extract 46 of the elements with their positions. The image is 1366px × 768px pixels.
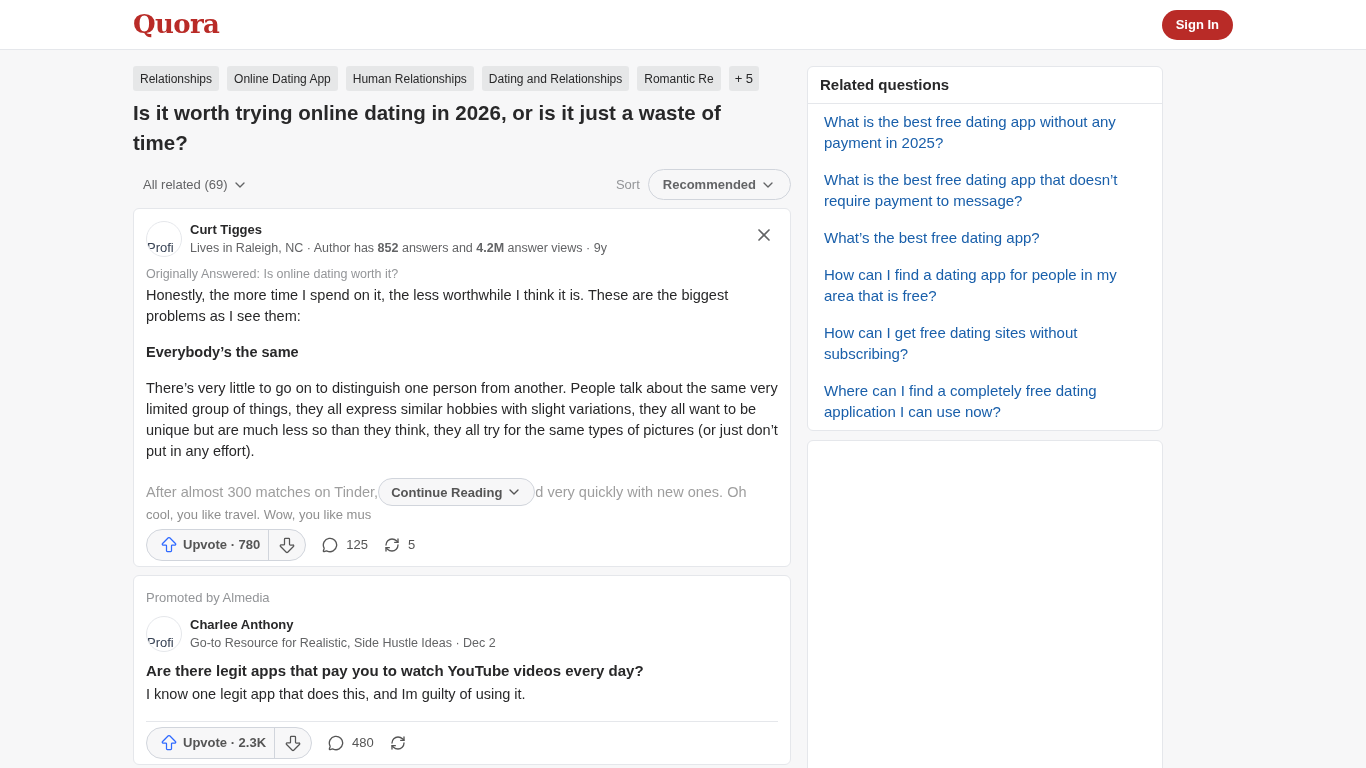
promoted-label: Promoted by Almedia — [146, 589, 271, 607]
author-credentials: Lives in Raleigh, NC · Author has 852 answers and 4.2M answer views · 9y — [190, 240, 608, 257]
faded-text: d very quickly with new ones. Oh — [535, 482, 747, 502]
related-question-link[interactable]: What is the best free dating app that doesn’t require payment to message? — [824, 169, 1146, 211]
topic-tag[interactable]: Human Relationships — [345, 66, 474, 91]
faded-text: cool, you like travel. Wow, you like mus — [146, 506, 373, 524]
continue-reading-button[interactable]: Continue Reading — [378, 478, 536, 506]
topic-tag[interactable]: Romantic Re — [637, 66, 721, 91]
share-button[interactable]: 5 — [384, 535, 416, 555]
answer-heading: Everybody’s the same — [146, 343, 300, 362]
answer-paragraph: There’s very little to go on to distinguish one person from another. People talk about the same very limited group of things, they all express similar hobbies with slight variations, they all want to be unique but are much less so than they think, they all try for the same types of pictures (or just don’t put in any effort). — [146, 379, 778, 461]
share-icon — [389, 734, 406, 751]
related-question-link[interactable]: What’s the best free dating app? — [824, 227, 1146, 248]
related-question-link[interactable]: What is the best free dating app without any payment in 2025? — [824, 111, 1146, 153]
panel-title: Related questions — [808, 67, 1162, 104]
share-icon — [384, 537, 400, 553]
sort-label: Sort — [615, 175, 640, 194]
question-title: Is it worth trying online dating in 2026, or is it just a waste of time? — [133, 100, 722, 156]
share-button[interactable] — [389, 734, 406, 751]
related-question-link[interactable]: Where can I find a completely free dating application I can use now? — [824, 380, 1146, 422]
all-related-dropdown[interactable]: All related (69) — [133, 169, 258, 200]
upvote-icon — [159, 535, 179, 555]
related-question-link[interactable]: How can I get free dating sites without subscribing? — [824, 322, 1146, 364]
ad-title[interactable]: Are there legit apps that pay you to watch YouTube videos every day? — [146, 659, 778, 681]
logo[interactable]: Quora — [133, 5, 220, 44]
upvote-button[interactable]: Upvote · 780 — [147, 530, 270, 560]
answer-paragraph: Honestly, the more time I spend on it, the less worthwhile I think it is. These are the biggest problems as I see them: — [146, 286, 730, 326]
topic-tag[interactable]: Online Dating App — [227, 66, 338, 91]
author-name[interactable]: Curt Tigges — [190, 221, 742, 239]
comment-icon — [322, 537, 339, 553]
related-question-link[interactable]: How can I find a dating app for people in my area that is free? — [824, 264, 1146, 306]
upvote-button[interactable]: Upvote · 2.3K — [147, 727, 276, 758]
author-name[interactable]: Charlee Anthony — [190, 615, 778, 634]
sort-dropdown[interactable]: Recommended — [647, 169, 791, 200]
upvote-icon — [159, 732, 179, 753]
topic-tag[interactable]: Relationships — [133, 66, 220, 91]
sign-in-button[interactable]: Sign In — [1161, 9, 1233, 40]
comment-button[interactable]: 125 — [322, 535, 368, 555]
answer-paragraph: I know one legit app that does this, and Im guilty of using it. — [146, 684, 527, 704]
author-credentials: Go-to Resource for Realistic, Side Hustle Ideas · Dec 2 — [190, 634, 497, 652]
topic-tag[interactable]: Dating and Relationships — [481, 66, 630, 91]
more-topics-tag[interactable]: + 5 — [728, 66, 760, 91]
original-question: Originally Answered: Is online dating worth it? — [146, 266, 400, 283]
faded-text: After almost 300 matches on Tinder, — [146, 482, 379, 502]
comment-button[interactable]: 480 — [328, 732, 374, 753]
comment-icon — [328, 734, 345, 751]
